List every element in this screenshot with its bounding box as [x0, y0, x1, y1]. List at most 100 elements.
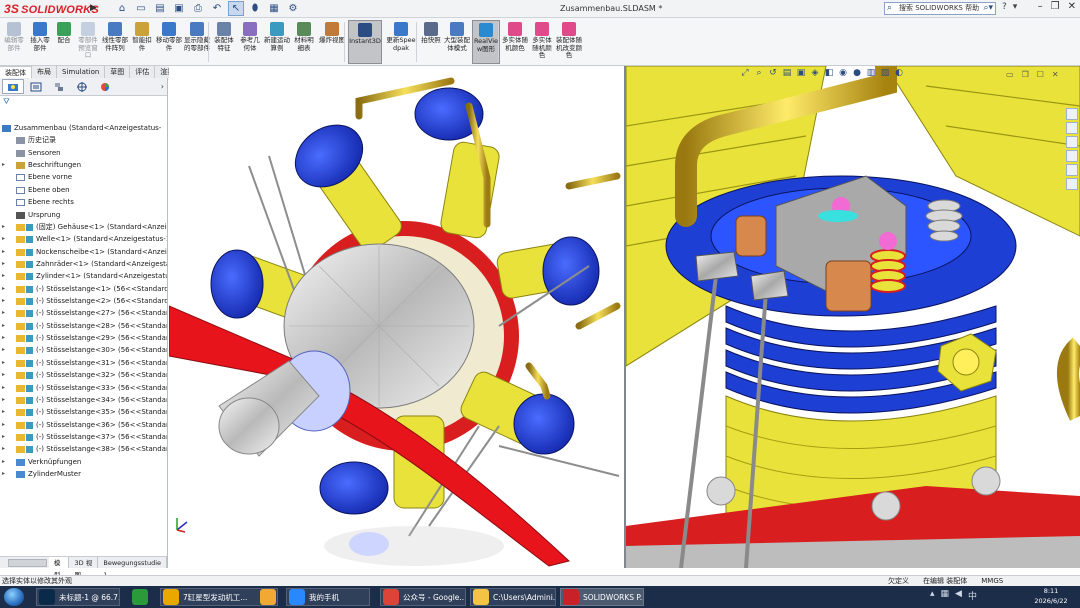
feature-tree-tab[interactable] [2, 79, 24, 94]
view-orientation-icon[interactable]: ◈ [810, 68, 820, 78]
tab-3d-views[interactable]: 3D 视图 [69, 557, 99, 579]
print-icon[interactable]: ⎙ [190, 1, 206, 16]
custom-properties-icon[interactable] [1066, 178, 1078, 190]
zoom-to-fit-icon[interactable]: ⤢ [740, 68, 750, 78]
tab-0[interactable]: 装配体 [0, 66, 32, 78]
zoom-area-icon[interactable]: ⌕ [754, 68, 764, 78]
save-icon[interactable]: ▣ [171, 1, 187, 16]
rebuild-icon[interactable]: ⬮ [247, 1, 263, 16]
horizontal-scrollbar[interactable] [8, 559, 47, 567]
ribbon-button-18[interactable]: 多实体随机颜色 [502, 20, 528, 64]
tree-item[interactable]: Ursprung [0, 209, 167, 221]
expand-arrow-icon[interactable]: ▸ [2, 357, 5, 369]
tree-item[interactable]: ▸ (-) Stösselstange<28> (56<<Standard [0, 320, 167, 332]
help-search-input[interactable]: ⌕ 搜索 SOLIDWORKS 帮助 ⌕▾ [884, 2, 996, 15]
tab-2[interactable]: Simulation [57, 66, 106, 78]
help-dropdown-icon[interactable]: ▾ [1013, 2, 1018, 12]
viewport-close-icon[interactable]: ✕ [1052, 70, 1059, 79]
home-icon[interactable]: ⌂ [114, 1, 130, 16]
expand-arrow-icon[interactable]: ▸ [2, 332, 5, 344]
tree-item[interactable]: ▸ (-) Stösselstange<27> (56<<Standard [0, 307, 167, 319]
tab-4[interactable]: 评估 [130, 66, 156, 78]
tree-item[interactable]: Sensoren [0, 147, 167, 159]
tree-item[interactable]: ▸ ZylinderMuster [0, 468, 167, 480]
tree-item[interactable]: 历史记录 [0, 134, 167, 146]
tree-item[interactable]: ▸ (-) Stösselstange<1> (56<<Standard> [0, 283, 167, 295]
display-manager-tab[interactable] [94, 79, 116, 94]
tree-item[interactable]: ▸ (-) Stösselstange<30> (56<<Standard [0, 344, 167, 356]
ribbon-button-19[interactable]: 多实体随机颜色 [530, 20, 554, 64]
tree-item[interactable]: Ebene oben [0, 184, 167, 196]
expand-arrow-icon[interactable]: ▸ [2, 246, 5, 258]
design-library-icon[interactable] [1066, 122, 1078, 134]
menu-expand-icon[interactable]: ▶ [90, 3, 97, 13]
tree-item[interactable]: ▸ (-) Stösselstange<37> (56<<Standard [0, 431, 167, 443]
expand-arrow-icon[interactable]: ▸ [2, 431, 5, 443]
ribbon-button-17[interactable]: RealView图形 [472, 20, 500, 64]
clock[interactable]: 8:11 2026/6/22 [1026, 587, 1076, 606]
search-dropdown-icon[interactable]: ⌕▾ [983, 3, 993, 14]
taskbar-app-1[interactable]: 7缸星型发动机工... [160, 588, 278, 606]
expand-arrow-icon[interactable]: ▸ [2, 344, 5, 356]
select-pointer-icon[interactable]: ↖ [228, 1, 244, 16]
ribbon-button-1[interactable]: 插入零部件 [28, 20, 52, 64]
tree-item[interactable]: ▸ (-) Stösselstange<2> (56<<Standard> [0, 295, 167, 307]
ribbon-button-10[interactable]: 新建运动算例 [264, 20, 290, 64]
expand-arrow-icon[interactable]: ▸ [2, 406, 5, 418]
expand-arrow-icon[interactable]: ▸ [2, 394, 5, 406]
hide-show-icon[interactable]: ◉ [838, 68, 848, 78]
ribbon-button-7[interactable]: 显示隐藏的零部件 [184, 20, 210, 64]
ribbon-button-5[interactable]: 智能扣件 [130, 20, 154, 64]
tree-filter-icon[interactable]: ⛛ [0, 96, 167, 108]
expand-arrow-icon[interactable]: ▸ [2, 283, 5, 295]
appearances-icon[interactable] [1066, 164, 1078, 176]
open-folder-icon[interactable]: ▤ [152, 1, 168, 16]
tab-motion-study[interactable]: Bewegungsstudie 1 [98, 557, 167, 579]
volume-icon[interactable]: ◀ [955, 589, 962, 602]
tree-item[interactable]: ▸ (-) Stösselstange<36> (56<<Standard [0, 419, 167, 431]
minimize-icon[interactable]: – [1038, 1, 1043, 12]
expand-arrow-icon[interactable]: ▸ [2, 270, 5, 282]
undo-icon[interactable]: ↶ [209, 1, 225, 16]
viewport-maximize-icon[interactable]: ☐ [1037, 70, 1044, 79]
expand-arrow-icon[interactable]: ▸ [2, 369, 5, 381]
tab-3[interactable]: 草图 [105, 66, 131, 78]
ribbon-button-12[interactable]: 爆炸视图 [318, 20, 346, 64]
property-manager-tab[interactable] [25, 79, 47, 94]
options-gear-icon[interactable]: ⚙ [285, 1, 301, 16]
viewport-minimize-icon[interactable]: ▭ [1006, 70, 1014, 79]
tray-up-arrow-icon[interactable]: ▴ [930, 589, 935, 602]
ribbon-button-0[interactable]: 编辑零部件 [2, 20, 26, 64]
view-settings-icon[interactable]: ▧ [880, 68, 890, 78]
close-icon[interactable]: ✕ [1068, 1, 1076, 12]
tree-item[interactable]: Zusammenbau (Standard<Anzeigestatus- [0, 122, 167, 134]
configuration-manager-tab[interactable] [48, 79, 70, 94]
tree-item[interactable]: ▸ (-) Stösselstange<35> (56<<Standard [0, 406, 167, 418]
expand-arrow-icon[interactable]: ▸ [2, 468, 5, 480]
tree-item[interactable]: ▸ (-) Stösselstange<31> (56<<Standard [0, 357, 167, 369]
tree-item[interactable]: Ebene rechts [0, 196, 167, 208]
realview-icon[interactable]: ◐ [894, 68, 904, 78]
viewport-restore-icon[interactable]: ❐ [1022, 70, 1029, 79]
solidworks-resources-icon[interactable] [1066, 108, 1078, 120]
status-units[interactable]: MMGS [981, 576, 1003, 586]
panel-scroll-right-icon[interactable]: › [161, 82, 164, 91]
ribbon-button-11[interactable]: 材料明细表 [292, 20, 316, 64]
expand-arrow-icon[interactable]: ▸ [2, 233, 5, 245]
input-method-icon[interactable]: 中 [968, 589, 977, 602]
expand-arrow-icon[interactable]: ▸ [2, 320, 5, 332]
pinned-app-icon[interactable] [130, 588, 152, 606]
file-properties-icon[interactable]: ▦ [266, 1, 282, 16]
expand-arrow-icon[interactable]: ▸ [2, 159, 5, 171]
tree-item[interactable]: ▸ (-) Stösselstange<33> (56<<Standard [0, 382, 167, 394]
solidworks-logo[interactable]: 3S SOLIDWORKS [4, 2, 99, 16]
tree-item[interactable]: ▸ Verknüpfungen [0, 456, 167, 468]
file-explorer-icon[interactable] [1066, 136, 1078, 148]
start-button[interactable] [4, 588, 24, 606]
tree-item[interactable]: ▸ (-) Stösselstange<29> (56<<Standard [0, 332, 167, 344]
tab-1[interactable]: 布局 [32, 66, 57, 78]
expand-arrow-icon[interactable]: ▸ [2, 295, 5, 307]
display-style-icon[interactable]: ◧ [824, 68, 834, 78]
edit-appearance-icon[interactable]: ● [852, 68, 862, 78]
ribbon-button-9[interactable]: 参考几何体 [238, 20, 262, 64]
